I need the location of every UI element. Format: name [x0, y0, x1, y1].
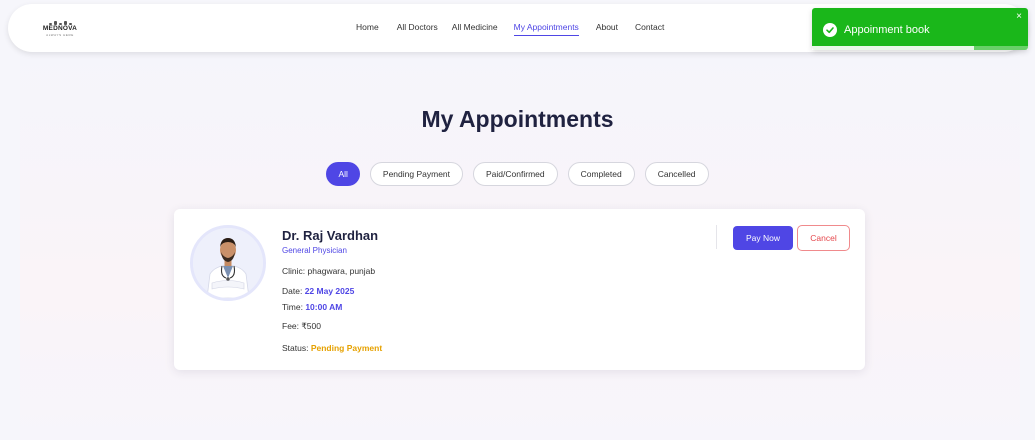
toast-progress-fill [812, 46, 974, 50]
nav-link-my-appointments[interactable]: My Appointments [513, 22, 580, 36]
nav-link-home[interactable]: Home [356, 22, 379, 32]
date-info: Date: 22 May 2025 [282, 286, 354, 296]
page-title: My Appointments [421, 106, 614, 132]
clinic-label: Clinic: [282, 266, 306, 276]
nav-link-about[interactable]: About [596, 22, 618, 32]
fee-value: ₹500 [301, 321, 321, 331]
filter-cancelled[interactable]: Cancelled [644, 162, 709, 186]
toast-notification: Appoinment book × [812, 8, 1028, 50]
nav-link-all-doctors[interactable]: All Doctors [397, 22, 438, 32]
appointment-card: Dr. Raj Vardhan General Physician Clinic… [174, 209, 865, 370]
status-badge: Pending Payment [310, 343, 383, 353]
doctor-speciality: General Physician [282, 246, 347, 255]
toast-progress-bar [812, 46, 1028, 50]
close-icon[interactable]: × [1016, 12, 1022, 22]
brand-logo[interactable]: MEDNOVA ALWAYS HERE [38, 20, 82, 40]
status-info: Status: Pending Payment [282, 343, 382, 353]
doctor-avatar-icon [193, 228, 263, 298]
brand-tagline: ALWAYS HERE [46, 33, 74, 37]
clinic-info: Clinic: phagwara, punjab [282, 266, 375, 276]
filter-pending-payment[interactable]: Pending Payment [369, 162, 464, 186]
time-info: Time: 10:00 AM [282, 302, 342, 312]
fee-info: Fee: ₹500 [282, 321, 321, 332]
nav-link-all-medicine[interactable]: All Medicine [452, 22, 498, 32]
check-circle-icon [823, 23, 837, 37]
date-value: 22 May 2025 [304, 286, 355, 296]
clinic-value: phagwara, punjab [307, 266, 376, 276]
time-value: 10:00 AM [305, 302, 343, 312]
brand-name: MEDNOVA [42, 25, 78, 32]
toast-message: Appoinment book [844, 24, 930, 36]
cancel-button[interactable]: Cancel [797, 225, 850, 251]
time-label: Time: [282, 302, 303, 312]
fee-label: Fee: [282, 321, 300, 331]
filter-all[interactable]: All [326, 162, 360, 186]
action-divider [716, 225, 717, 249]
status-label: Status: [282, 343, 309, 353]
filter-bar: All Pending Payment Paid/Confirmed Compl… [0, 162, 1035, 186]
filter-paid-confirmed[interactable]: Paid/Confirmed [473, 162, 558, 186]
filter-completed[interactable]: Completed [567, 162, 635, 186]
date-label: Date: [282, 286, 303, 296]
doctor-avatar [190, 225, 266, 301]
nav-links: Home All Doctors All Medicine My Appoint… [356, 22, 664, 36]
nav-link-contact[interactable]: Contact [635, 22, 664, 32]
doctor-name: Dr. Raj Vardhan [282, 228, 379, 243]
pay-now-button[interactable]: Pay Now [733, 226, 793, 250]
